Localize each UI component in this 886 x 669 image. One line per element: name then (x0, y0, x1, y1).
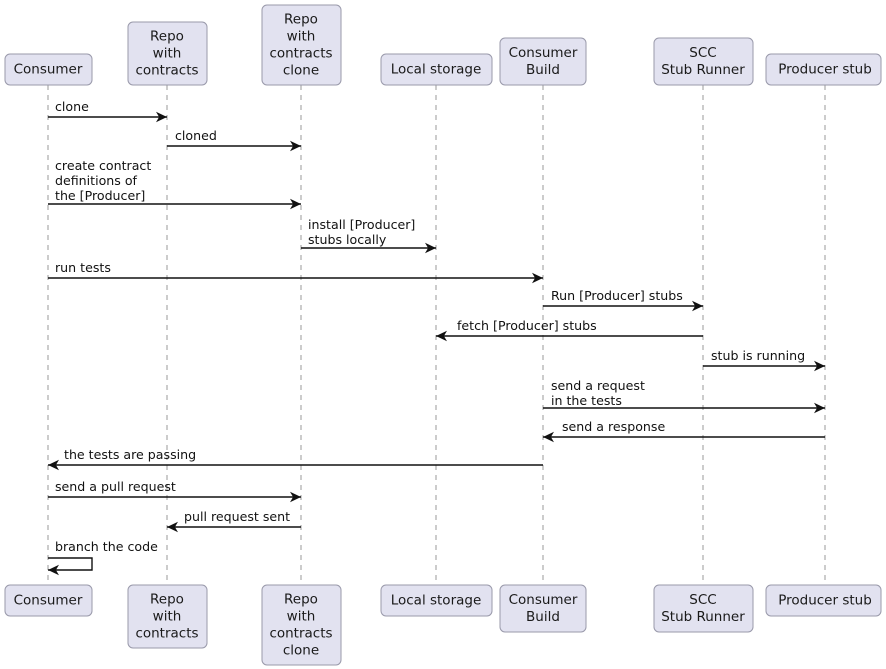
message-run-producer-stubs[interactable]: Run [Producer] stubs (543, 288, 703, 312)
participant-label: Consumer (509, 45, 578, 61)
sequence-diagram-canvas: clone cloned create contractdefinitions of… (4, 4, 882, 666)
participant-label: with (287, 609, 316, 625)
message-the-tests-are-passing[interactable]: the tests are passing (48, 447, 543, 471)
self-message-branch-the-code[interactable]: branch the code (48, 539, 158, 576)
lifelines-layer (47, 85, 826, 585)
participant-consumer-top[interactable]: Consumer (4, 53, 93, 86)
participant-label: with (153, 46, 182, 62)
participant-label: Build (526, 62, 560, 78)
message-label: clone (55, 99, 89, 114)
message-install-producer-stubs-locally[interactable]: install [Producer]stubs locally (301, 217, 436, 254)
participant-label: clone (283, 63, 319, 79)
participant-label: Consumer (14, 62, 83, 78)
message-label: install [Producer] (308, 217, 415, 232)
sequence-diagram: clone cloned create contract definitions of… (0, 0, 886, 669)
message-label: the tests are passing (64, 447, 196, 462)
message-run-tests[interactable]: run tests (48, 260, 543, 284)
participant-label: SCC (689, 592, 716, 608)
message-cloned[interactable]: cloned (167, 128, 301, 152)
participant-label: contracts (269, 46, 332, 62)
message-label: fetch [Producer] stubs (457, 318, 597, 333)
message-label: cloned (175, 128, 217, 143)
message-create-contract-definitions[interactable]: create contractdefinitions ofthe [Produc… (48, 158, 301, 210)
message-label: create contract (55, 158, 151, 173)
participant-label: Repo (150, 29, 184, 45)
message-label: send a pull request (55, 479, 176, 494)
message-label: the [Producer] (55, 188, 145, 203)
participant-label: SCC (689, 45, 716, 61)
participant-repo-with-contracts-top[interactable]: Repowithcontracts (127, 21, 208, 86)
participant-label: contracts (135, 63, 198, 79)
message-label: definitions of (55, 173, 138, 188)
participant-producer-stub-bottom[interactable]: Producer stub (765, 584, 882, 617)
participant-label: Consumer (14, 593, 83, 609)
participant-label: with (153, 609, 182, 625)
participant-label: Build (526, 609, 560, 625)
participant-label: Stub Runner (661, 609, 745, 625)
participant-producer-stub-top[interactable]: Producer stub (765, 53, 882, 86)
participant-consumer-bottom[interactable]: Consumer (4, 584, 93, 617)
participant-scc-stub-runner-top[interactable]: SCCStub Runner (653, 37, 754, 86)
participant-consumer-build-top[interactable]: ConsumerBuild (499, 37, 587, 86)
message-label: run tests (55, 260, 111, 275)
participant-repo-with-contracts-bottom[interactable]: Repowithcontracts (127, 584, 208, 649)
participant-label: with (287, 29, 316, 45)
self-message-label: branch the code (55, 539, 158, 554)
message-send-a-pull-request[interactable]: send a pull request (48, 479, 301, 503)
message-label: pull request sent (184, 509, 290, 524)
message-clone[interactable]: clone (48, 99, 167, 123)
message-fetch-producer-stubs[interactable]: fetch [Producer] stubs (436, 318, 703, 342)
participant-label: Repo (284, 12, 318, 28)
participant-consumer-build-bottom[interactable]: ConsumerBuild (499, 584, 587, 633)
message-label: stub is running (711, 348, 805, 363)
participant-label: clone (283, 643, 319, 659)
participant-label: Repo (150, 592, 184, 608)
participant-label: contracts (135, 626, 198, 642)
participant-label: Consumer (509, 592, 578, 608)
participant-label: Local storage (391, 593, 482, 609)
participant-label: contracts (269, 626, 332, 642)
message-send-a-response[interactable]: send a response (543, 419, 825, 443)
participant-label: Producer stub (778, 62, 872, 78)
participant-repo-with-contracts-clone-top[interactable]: Repowithcontractsclone (261, 4, 342, 86)
message-label: Run [Producer] stubs (551, 288, 683, 303)
message-label: in the tests (551, 393, 622, 408)
message-pull-request-sent[interactable]: pull request sent (167, 509, 301, 533)
participant-repo-with-contracts-clone-bottom[interactable]: Repowithcontractsclone (261, 584, 342, 666)
participant-scc-stub-runner-bottom[interactable]: SCCStub Runner (653, 584, 754, 633)
message-label: send a response (562, 419, 665, 434)
participant-label: Local storage (391, 62, 482, 78)
participant-local-storage-bottom[interactable]: Local storage (380, 584, 493, 617)
message-label: send a request (551, 378, 645, 393)
participant-label: Stub Runner (661, 62, 745, 78)
participant-local-storage-top[interactable]: Local storage (380, 53, 493, 86)
participant-label: Producer stub (778, 593, 872, 609)
message-label: stubs locally (308, 232, 387, 247)
message-stub-is-running[interactable]: stub is running (703, 348, 825, 372)
message-send-a-request-in-the-tests[interactable]: send a requestin the tests (543, 378, 825, 414)
participant-label: Repo (284, 592, 318, 608)
